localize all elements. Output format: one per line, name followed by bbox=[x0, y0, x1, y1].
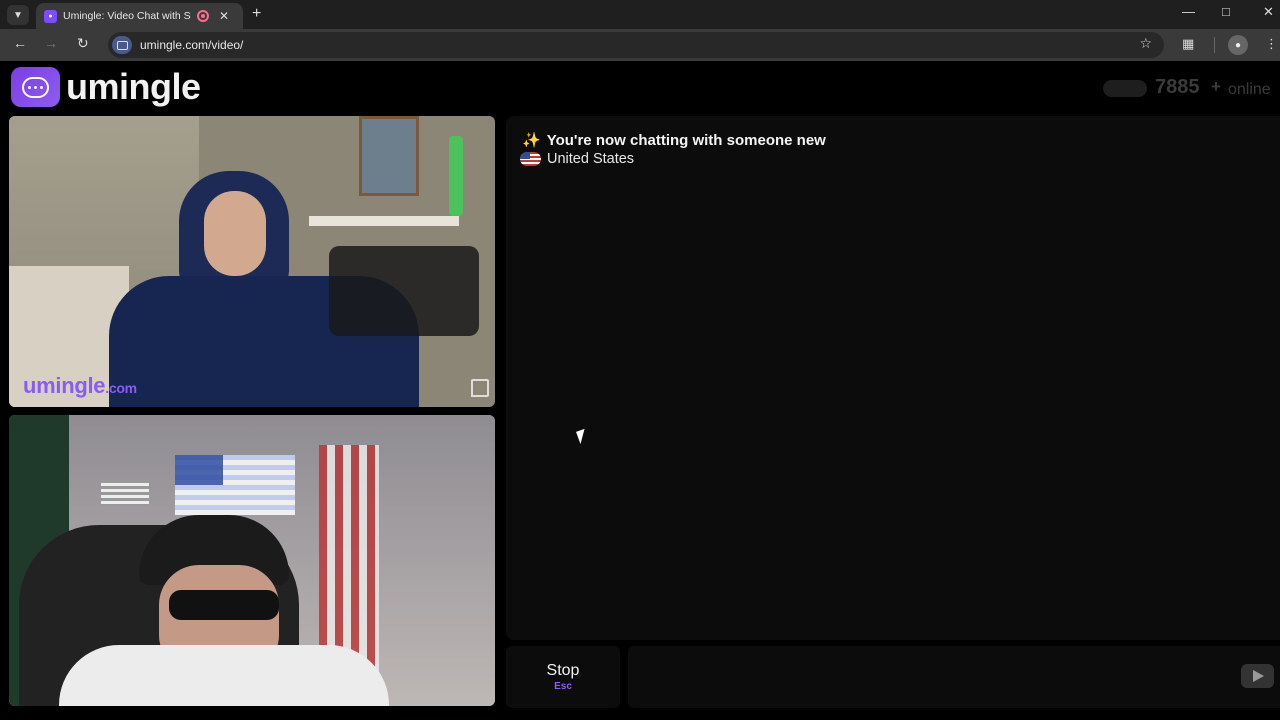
extensions-icon[interactable]: ▦ bbox=[1182, 36, 1194, 52]
tab-title: Umingle: Video Chat with Strangers bbox=[63, 10, 191, 22]
online-count: 7885 bbox=[1155, 76, 1200, 98]
status-text: You're now chatting with someone new bbox=[546, 132, 826, 149]
new-tab-icon[interactable]: + bbox=[252, 5, 261, 23]
country-text: United States bbox=[547, 151, 635, 167]
menu-icon[interactable]: ⋮ bbox=[1265, 36, 1278, 52]
reload-icon[interactable]: ↻ bbox=[77, 35, 89, 52]
stop-button[interactable]: Stop Esc bbox=[506, 646, 620, 708]
tab-bar: ▼ ● Umingle: Video Chat with Strangers ✕… bbox=[0, 0, 1280, 29]
sparkle-icon: ✨ bbox=[522, 132, 541, 149]
watermark-tld: .com bbox=[105, 380, 137, 396]
minimize-icon[interactable]: — bbox=[1182, 4, 1195, 19]
maximize-icon[interactable]: □ bbox=[1222, 4, 1230, 19]
watermark-brand: umingle bbox=[23, 373, 106, 398]
browser-tab[interactable]: ● Umingle: Video Chat with Strangers ✕ bbox=[36, 3, 243, 29]
stranger-video: umingle.com bbox=[9, 116, 495, 407]
tab-search-icon[interactable]: ▼ bbox=[7, 5, 29, 25]
stop-label: Stop bbox=[546, 662, 580, 679]
online-plus: + bbox=[1211, 77, 1221, 96]
profile-icon[interactable]: ● bbox=[1228, 35, 1248, 55]
chat-bubble-icon[interactable] bbox=[11, 67, 60, 107]
report-flag-icon[interactable] bbox=[471, 379, 489, 397]
send-icon[interactable] bbox=[1241, 664, 1274, 688]
favicon-icon: ● bbox=[44, 9, 57, 23]
recording-icon bbox=[197, 10, 209, 22]
bookmark-star-icon[interactable]: ☆ bbox=[1139, 35, 1152, 52]
video-watermark: umingle.com bbox=[23, 373, 137, 399]
site-info-icon[interactable] bbox=[112, 36, 132, 54]
chat-country: United States bbox=[520, 151, 634, 167]
chat-status-message: ✨ You're now chatting with someone new bbox=[522, 131, 826, 149]
close-window-icon[interactable]: ✕ bbox=[1263, 4, 1274, 20]
us-flag-icon bbox=[520, 152, 541, 166]
logo-text[interactable]: umingle bbox=[66, 66, 201, 108]
forward-icon[interactable]: → bbox=[44, 35, 58, 51]
address-bar[interactable]: umingle.com/video/ ☆ bbox=[108, 32, 1164, 58]
page: umingle 7885 + online umingle.com ✨ You'… bbox=[0, 61, 1280, 720]
message-input[interactable] bbox=[628, 646, 1280, 708]
online-label: online bbox=[1228, 81, 1271, 98]
chat-panel: ✨ You're now chatting with someone new Un… bbox=[506, 116, 1280, 640]
back-icon[interactable]: ← bbox=[13, 35, 27, 51]
stop-shortcut: Esc bbox=[554, 681, 572, 692]
url-text[interactable]: umingle.com/video/ bbox=[140, 38, 243, 52]
browser-toolbar: ← → ↻ umingle.com/video/ ☆ ▦ ● ⋮ bbox=[0, 29, 1280, 61]
close-icon[interactable]: ✕ bbox=[219, 9, 229, 23]
online-toggle[interactable] bbox=[1103, 80, 1147, 97]
toolbar-divider bbox=[1214, 37, 1215, 53]
self-video bbox=[9, 415, 495, 706]
